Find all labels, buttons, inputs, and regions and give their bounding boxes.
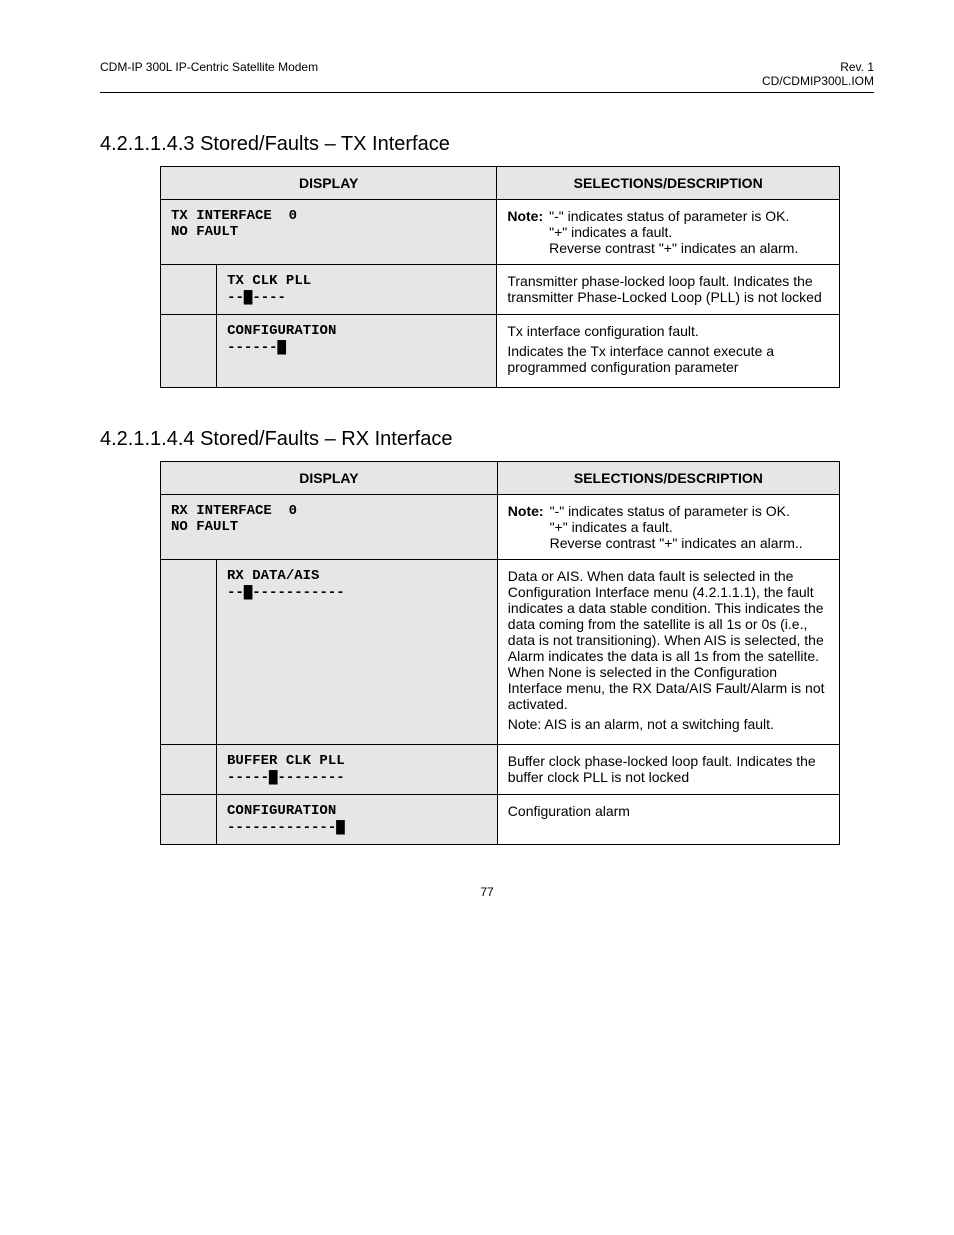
desc-rx-config: Configuration alarm: [497, 795, 839, 845]
header-left: CDM-IP 300L IP-Centric Satellite Modem: [100, 60, 318, 88]
display-tx-clk-pll: TX CLK PLL --▇----: [217, 265, 497, 315]
th-desc: SELECTIONS/DESCRIPTION: [497, 167, 840, 200]
page-header: CDM-IP 300L IP-Centric Satellite Modem R…: [100, 60, 874, 88]
header-right: Rev. 1 CD/CDMIP300L.IOM: [762, 60, 874, 88]
desc-tx-config: Tx interface configuration fault. Indica…: [497, 315, 840, 388]
indent: [161, 560, 217, 745]
table-rx-interface: DISPLAY SELECTIONS/DESCRIPTION RX INTERF…: [160, 461, 840, 845]
display-tx-config: CONFIGURATION ------▇: [217, 315, 497, 388]
desc-note-tx: Note: "-" indicates status of parameter …: [497, 200, 840, 265]
section-heading-rx: 4.2.1.1.4.4 Stored/Faults – RX Interface: [100, 428, 874, 451]
desc-buffer-clk-pll: Buffer clock phase-locked loop fault. In…: [497, 745, 839, 795]
display-main-tx: TX INTERFACE 0 NO FAULT: [161, 200, 497, 265]
header-rule: [100, 92, 874, 93]
display-buffer-clk-pll: BUFFER CLK PLL -----▇--------: [217, 745, 498, 795]
display-rx-data-ais: RX DATA/AIS --▇-----------: [217, 560, 498, 745]
desc-note-rx: Note: "-" indicates status of parameter …: [497, 495, 839, 560]
section-heading-tx: 4.2.1.1.4.3 Stored/Faults – TX Interface: [100, 133, 874, 156]
display-rx-config: CONFIGURATION -------------▇: [217, 795, 498, 845]
indent: [161, 795, 217, 845]
th-display: DISPLAY: [161, 462, 498, 495]
indent: [161, 745, 217, 795]
th-desc: SELECTIONS/DESCRIPTION: [497, 462, 839, 495]
display-main-rx: RX INTERFACE 0 NO FAULT: [161, 495, 498, 560]
indent: [161, 265, 217, 315]
indent: [161, 315, 217, 388]
page-number: 77: [100, 885, 874, 899]
th-display: DISPLAY: [161, 167, 497, 200]
desc-rx-data-ais: Data or AIS. When data fault is selected…: [497, 560, 839, 745]
desc-tx-clk-pll: Transmitter phase-locked loop fault. Ind…: [497, 265, 840, 315]
table-tx-interface: DISPLAY SELECTIONS/DESCRIPTION TX INTERF…: [160, 166, 840, 388]
